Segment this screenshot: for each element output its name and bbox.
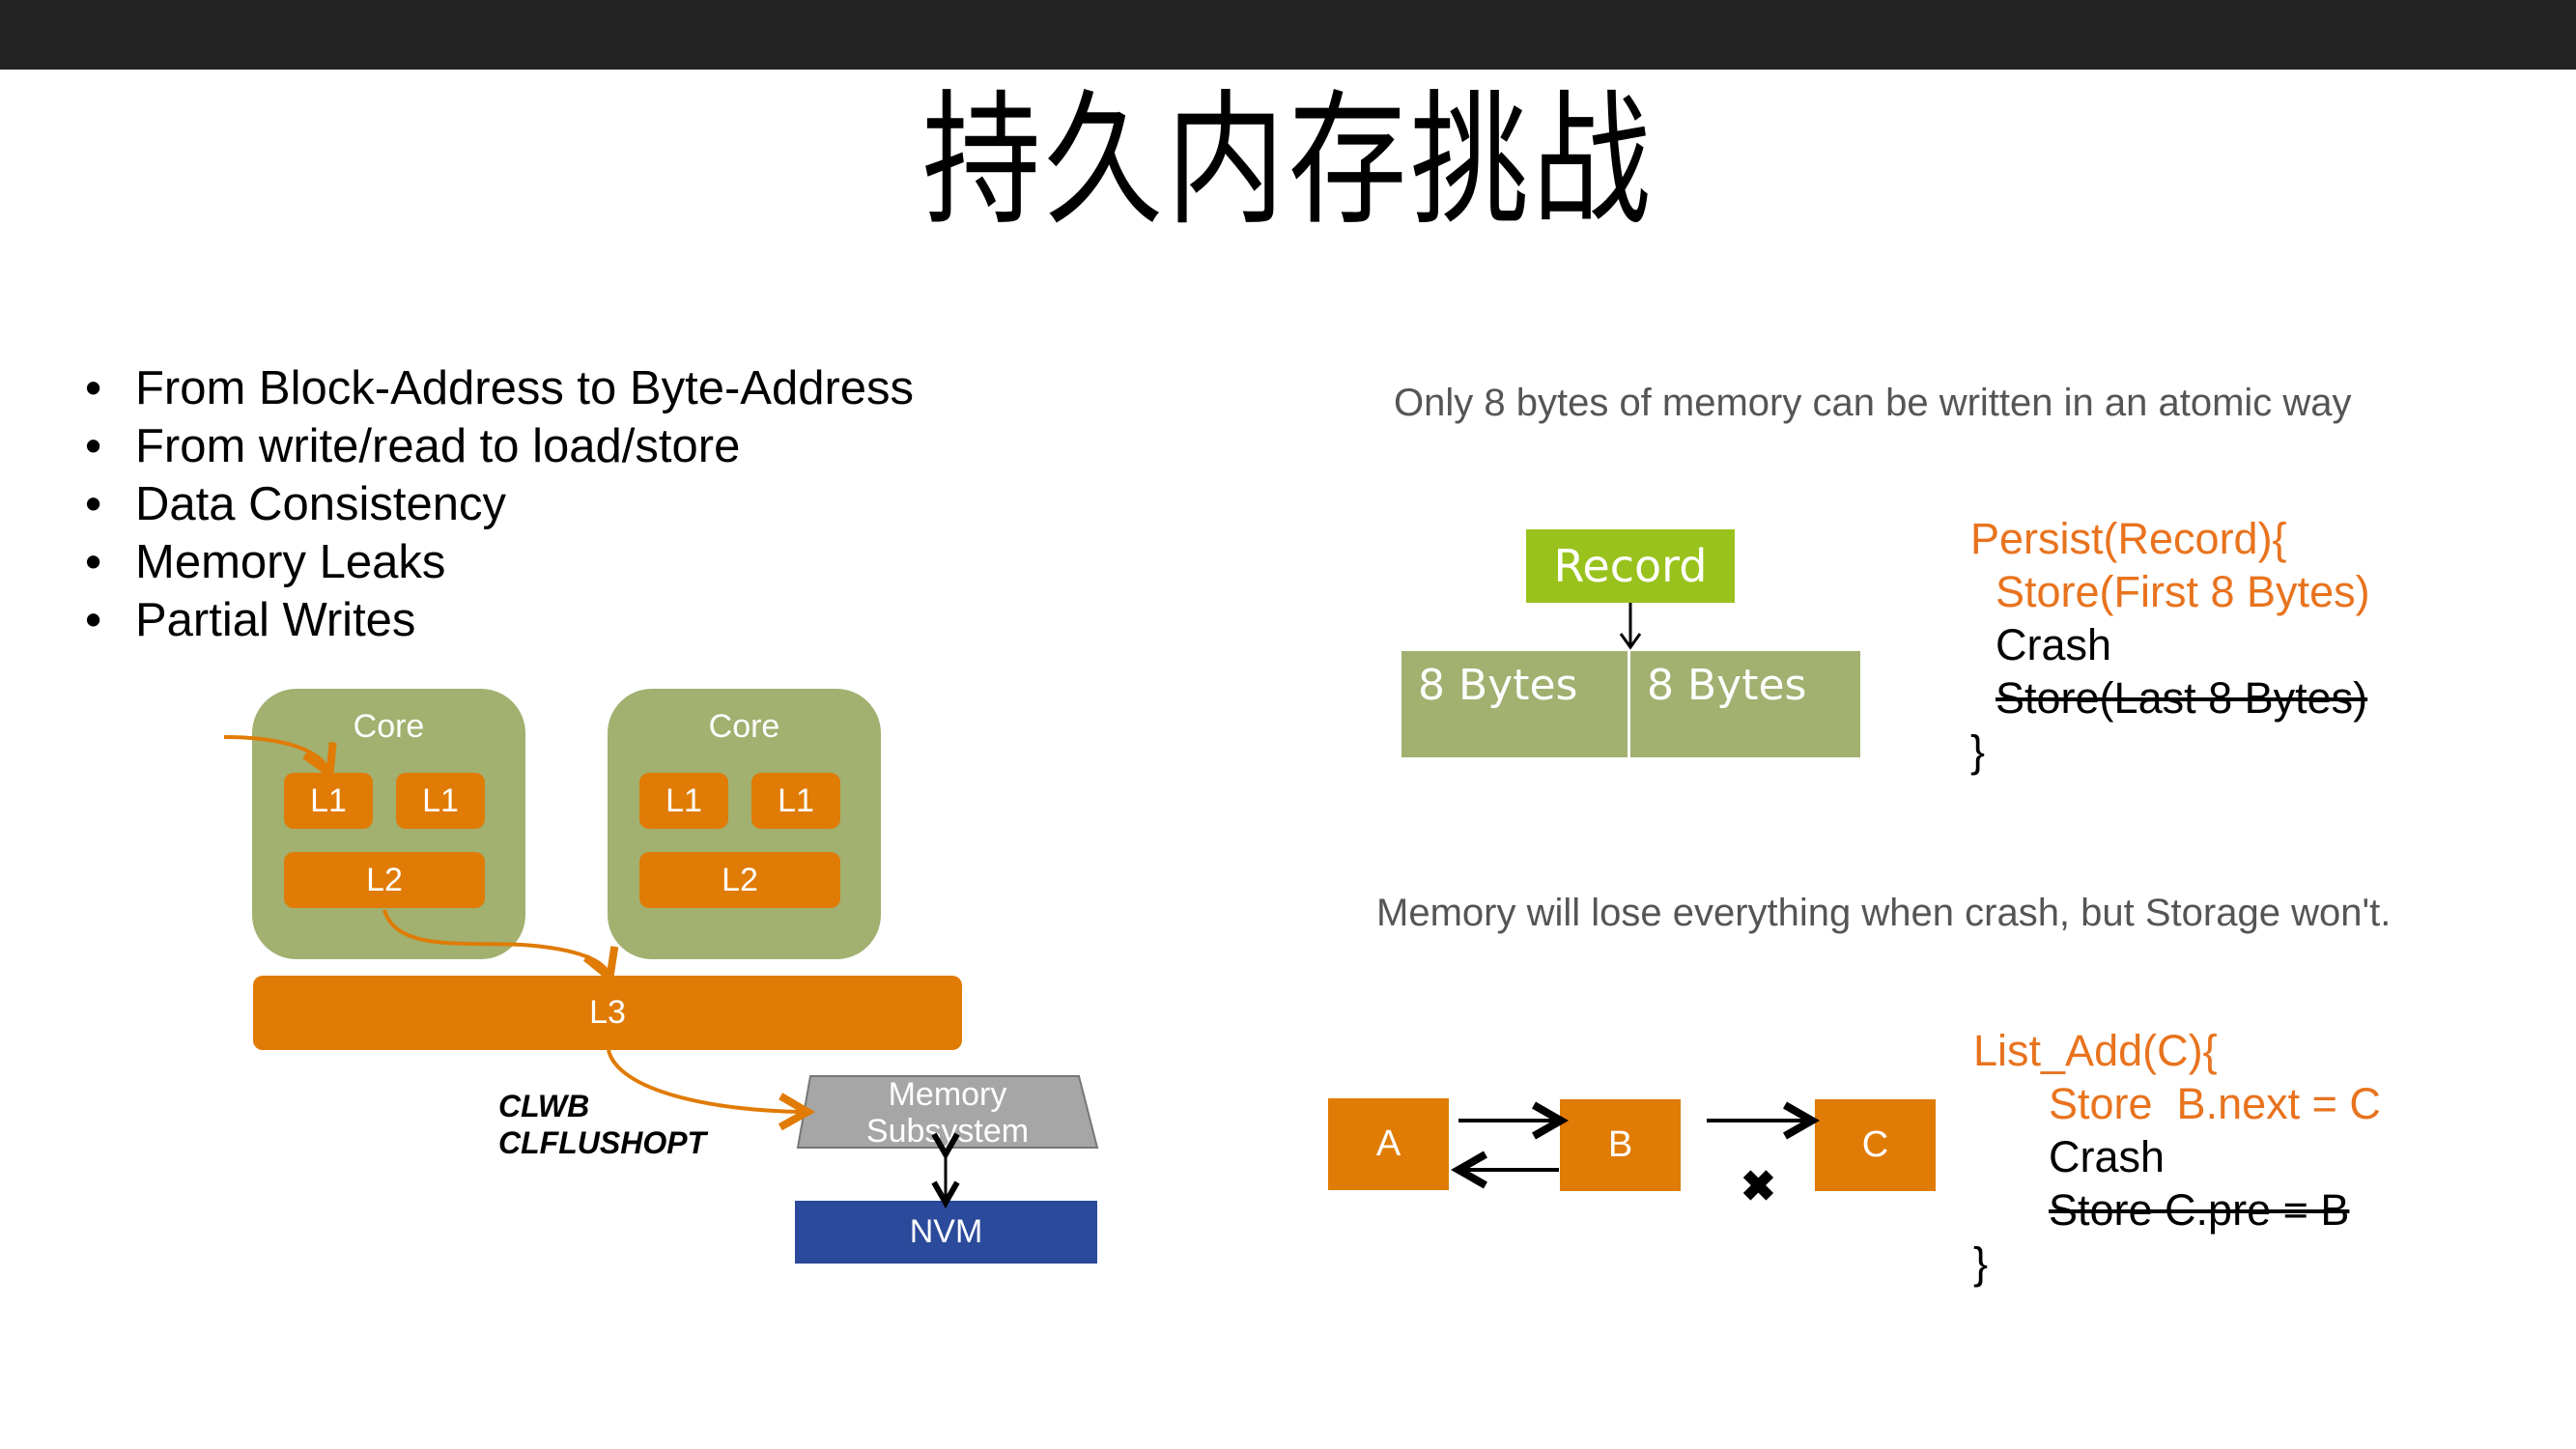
record-arrow: [1619, 603, 1642, 650]
record-box: Record: [1526, 529, 1735, 603]
bytes-cell: 8 Bytes: [1647, 661, 1807, 710]
arrow-l2-to-l3: [382, 909, 609, 974]
list-node-a: A: [1328, 1098, 1449, 1190]
persist-code: Persist(Record){ Store(First 8 Bytes) Cr…: [1970, 514, 2370, 776]
crash-note: Memory will lose everything when crash, …: [1376, 892, 2392, 934]
arrow-l3-to-memory: [607, 1049, 804, 1112]
cache-diagram-arrows: [223, 735, 1159, 1352]
bytes-cell: 8 Bytes: [1401, 651, 1630, 757]
atomic-note: Only 8 bytes of memory can be written in…: [1394, 382, 2352, 424]
arrow-into-l1: [223, 735, 328, 770]
list-arrows: [1449, 1092, 1835, 1208]
list-add-code: List_Add(C){ Store B.next = C Crash Stor…: [1973, 1026, 2381, 1288]
broken-link-x-icon: ✖: [1741, 1163, 1776, 1210]
bytes-block: 8 Bytes 8 Bytes: [1401, 651, 1860, 757]
